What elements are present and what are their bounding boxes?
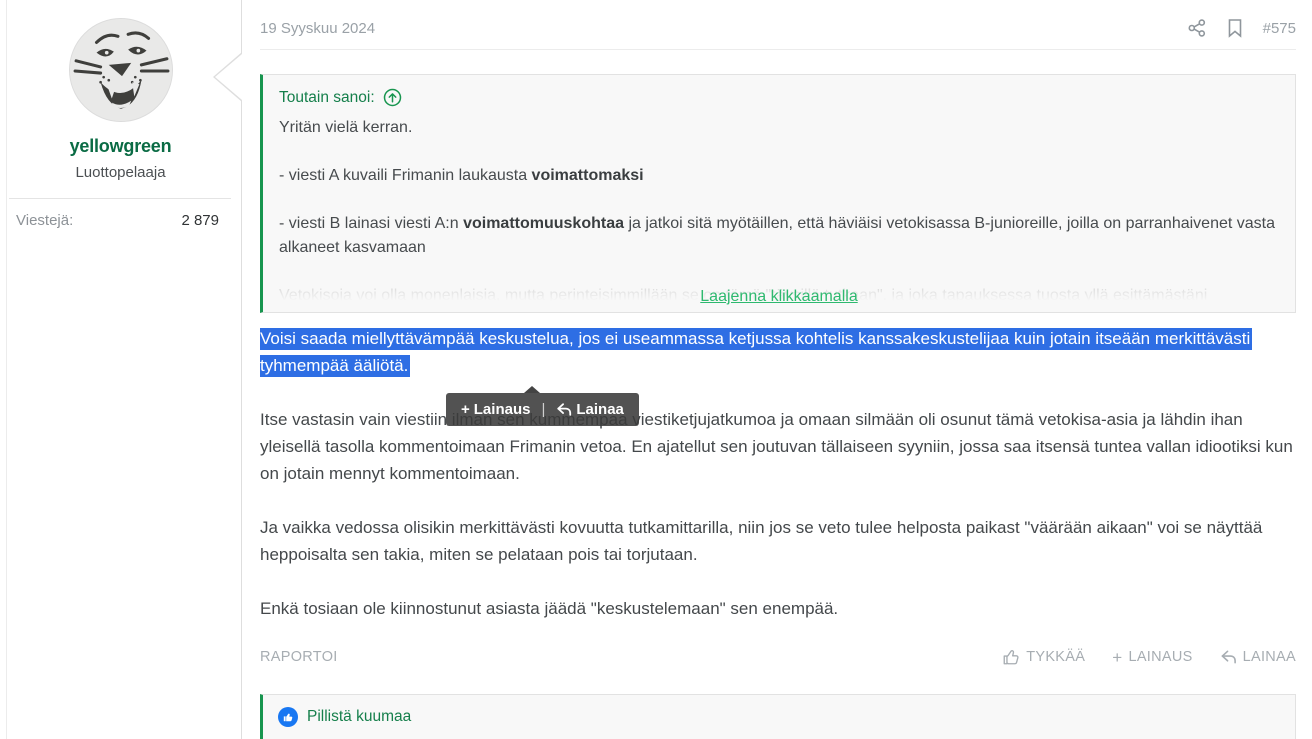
like-reaction-icon: [278, 707, 298, 727]
share-icon[interactable]: [1187, 18, 1207, 38]
tooltip-quote-label: Lainaus: [474, 401, 531, 418]
message-footer: RAPORTOI TYKKÄÄ + LAINAUS: [260, 648, 1296, 666]
tooltip-separator: |: [541, 401, 545, 418]
forum-post: yellowgreen Luottopelaaja Viestejä: 2 87…: [0, 0, 1312, 739]
post-number-link[interactable]: #575: [1263, 20, 1296, 37]
body-paragraph: Enkä tosiaan ole kiinnostunut asiasta jä…: [260, 595, 1296, 622]
plus-icon: +: [1112, 649, 1122, 666]
message-header: 19 Syyskuu 2024 #575: [260, 0, 1296, 50]
thumbs-up-icon: [1002, 648, 1020, 666]
quote-block: Toutain sanoi: Yritän vielä kerran. - vi…: [260, 74, 1296, 313]
reply-arrow-icon: [556, 402, 572, 417]
goto-quoted-post-icon[interactable]: [383, 88, 402, 107]
expand-quote-link[interactable]: Laajenna klikkaamalla: [263, 288, 1295, 306]
next-quote-block: Pillistä kuumaa: [260, 694, 1296, 739]
post-date-link[interactable]: 19 Syyskuu 2024: [260, 20, 375, 37]
report-button[interactable]: RAPORTOI: [260, 649, 338, 665]
bottom-quote-link[interactable]: Pillistä kuumaa: [307, 707, 411, 727]
quote-paragraph: Yritän vielä kerran.: [279, 116, 1279, 140]
selected-paragraph: Voisi saada miellyttävämpää keskustelua,…: [260, 325, 1296, 379]
message-pointer-arrow: [213, 52, 242, 102]
quote-attribution-link[interactable]: Toutain sanoi:: [279, 89, 375, 107]
username[interactable]: yellowgreen: [0, 136, 241, 157]
tooltip-reply-button[interactable]: Lainaa: [556, 401, 624, 418]
like-button[interactable]: TYKKÄÄ: [1002, 648, 1085, 666]
user-stats-row: Viestejä: 2 879: [0, 199, 241, 229]
like-button-label: TYKKÄÄ: [1026, 649, 1085, 665]
quote-button[interactable]: + LAINAUS: [1112, 649, 1192, 666]
reply-button-label: LAINAA: [1243, 649, 1296, 665]
selection-tooltip: + Lainaus | Lainaa: [446, 393, 639, 426]
message-cell: 19 Syyskuu 2024 #575 Toutain sano: [241, 0, 1312, 739]
user-info-panel: yellowgreen Luottopelaaja Viestejä: 2 87…: [0, 0, 241, 739]
quote-button-label: LAINAUS: [1128, 649, 1192, 665]
quote-header: Toutain sanoi:: [263, 75, 1295, 107]
plus-icon: +: [461, 401, 470, 418]
quote-body: Yritän vielä kerran. - viesti A kuvaili …: [263, 116, 1295, 312]
quote-paragraph: - viesti A kuvaili Frimanin laukausta vo…: [279, 164, 1279, 188]
stats-value: 2 879: [181, 212, 219, 229]
reply-button[interactable]: LAINAA: [1220, 649, 1296, 665]
cat-avatar-image: [70, 19, 172, 121]
body-paragraph: Ja vaikka vedossa olisikin merkittävästi…: [260, 514, 1296, 568]
header-actions: #575: [1187, 18, 1296, 38]
stats-label: Viestejä:: [16, 212, 73, 229]
footer-actions: TYKKÄÄ + LAINAUS LAINAA: [1002, 648, 1296, 666]
reply-arrow-icon: [1220, 649, 1237, 665]
tooltip-quote-button[interactable]: + Lainaus: [461, 401, 530, 418]
user-title: Luottopelaaja: [0, 164, 241, 181]
tooltip-reply-label: Lainaa: [576, 401, 624, 418]
selected-text: Voisi saada miellyttävämpää keskustelua,…: [260, 328, 1252, 377]
bookmark-icon[interactable]: [1226, 18, 1244, 38]
body-paragraph: Itse vastasin vain viestiin ilman sen ku…: [260, 406, 1296, 487]
avatar[interactable]: [69, 18, 173, 122]
quote-paragraph: - viesti B lainasi viesti A:n voimattomu…: [279, 212, 1279, 260]
